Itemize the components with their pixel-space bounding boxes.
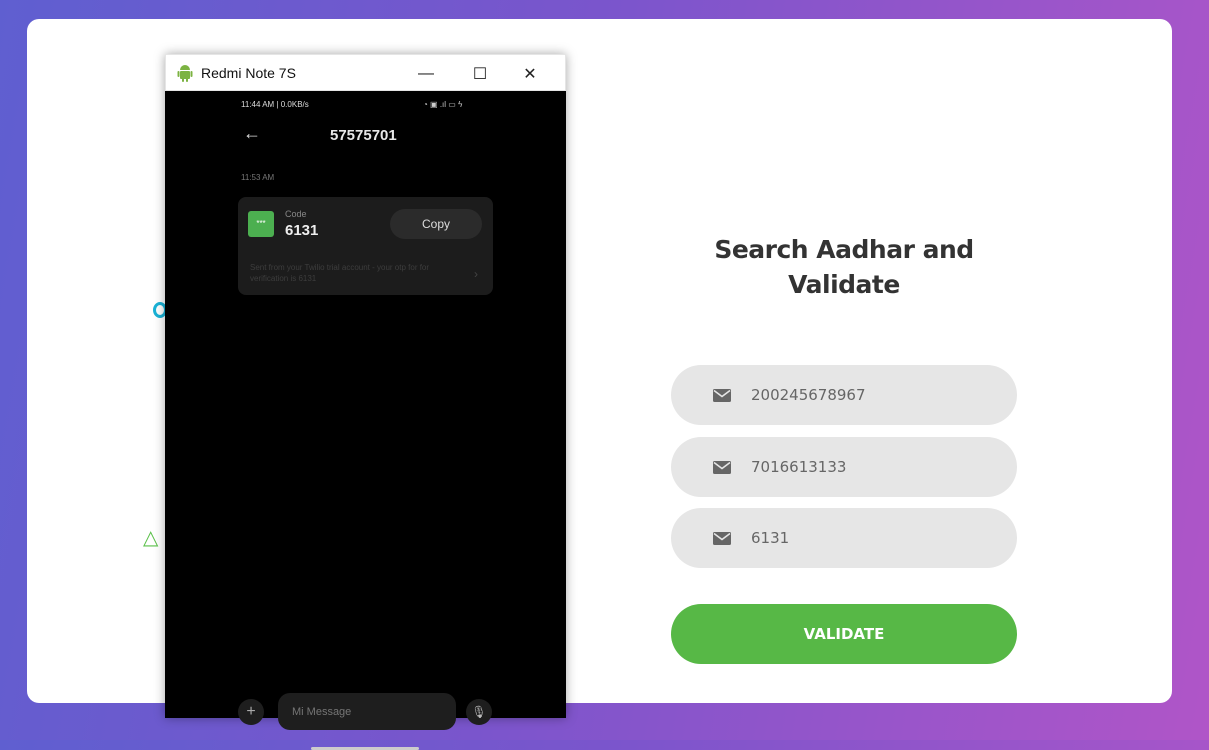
decorative-triangle-icon: △ bbox=[143, 527, 159, 549]
plus-icon[interactable]: + bbox=[238, 699, 264, 725]
back-arrow-icon[interactable]: ← bbox=[243, 123, 261, 144]
message-time: 11:53 AM bbox=[241, 173, 275, 182]
maximize-icon[interactable]: ☐ bbox=[457, 55, 503, 92]
form-title: Search Aadhar and Validate bbox=[714, 235, 974, 299]
status-time: 11:44 AM | 0.0KB/s bbox=[241, 100, 309, 109]
message-text: Sent from your Twilio trial account - yo… bbox=[250, 263, 430, 283]
aadhar-input[interactable] bbox=[751, 386, 981, 404]
code-icon: *** bbox=[248, 211, 274, 237]
otp-input[interactable] bbox=[751, 529, 981, 547]
window-title: Redmi Note 7S bbox=[201, 64, 296, 81]
envelope-icon bbox=[713, 531, 731, 545]
microphone-icon[interactable]: 🎙 bbox=[466, 699, 492, 725]
message-input[interactable] bbox=[278, 693, 456, 730]
copy-button[interactable]: Copy bbox=[390, 209, 482, 239]
code-label: Code bbox=[285, 209, 307, 219]
android-icon bbox=[177, 64, 193, 82]
code-value: 6131 bbox=[285, 222, 319, 239]
message-bubble[interactable]: *** Code 6131 Copy Sent from your Twilio… bbox=[238, 197, 493, 295]
status-icons: ◔ ▣ .ıl ▭ ϟ bbox=[423, 100, 463, 109]
close-icon[interactable]: ✕ bbox=[507, 55, 553, 92]
validate-button[interactable]: VALIDATE bbox=[671, 604, 1017, 664]
envelope-icon bbox=[713, 460, 731, 474]
contact-number: 57575701 bbox=[330, 127, 397, 144]
phone-field[interactable] bbox=[671, 437, 1017, 497]
otp-field[interactable] bbox=[671, 508, 1017, 568]
chevron-right-icon[interactable]: › bbox=[474, 267, 478, 281]
phone-emulator-window: Redmi Note 7S — ☐ ✕ 11:44 AM | 0.0KB/s ◔… bbox=[165, 54, 566, 750]
phone-screen: 11:44 AM | 0.0KB/s ◔ ▣ .ıl ▭ ϟ ← 5757570… bbox=[165, 91, 566, 750]
phone-input[interactable] bbox=[751, 458, 981, 476]
emulator-titlebar[interactable]: Redmi Note 7S — ☐ ✕ bbox=[165, 54, 566, 91]
envelope-icon bbox=[713, 388, 731, 402]
aadhar-field[interactable] bbox=[671, 365, 1017, 425]
minimize-icon[interactable]: — bbox=[403, 55, 449, 92]
